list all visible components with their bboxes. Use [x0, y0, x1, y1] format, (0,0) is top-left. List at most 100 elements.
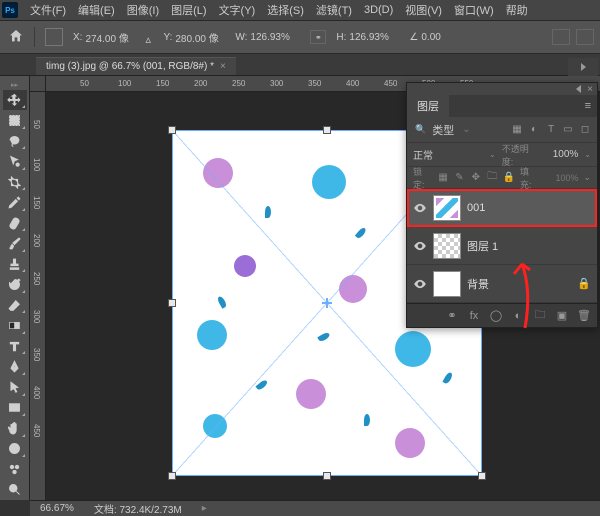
misc-tool[interactable] — [3, 459, 27, 480]
layer-thumbnail[interactable] — [433, 195, 461, 221]
new-layer-icon[interactable]: ▣ — [555, 309, 569, 323]
lock-all-icon[interactable]: 🔒 — [503, 172, 515, 184]
menu-type[interactable]: 文字(Y) — [213, 0, 262, 20]
visibility-icon[interactable] — [413, 277, 427, 291]
w-value[interactable]: 126.93% — [250, 32, 300, 43]
menu-filter[interactable]: 滤镜(T) — [310, 0, 358, 20]
menu-help[interactable]: 帮助 — [500, 0, 534, 20]
stamp-tool[interactable] — [3, 254, 27, 275]
x-value[interactable]: 274.00 像 — [85, 30, 135, 45]
path-select-tool[interactable] — [3, 377, 27, 398]
lock-icon[interactable]: 🔒 — [577, 277, 591, 290]
panel-menu-icon[interactable]: ≡ — [585, 100, 591, 112]
filter-type-label[interactable]: 类型 — [432, 122, 454, 138]
pen-tool[interactable] — [3, 356, 27, 377]
ruler-vertical[interactable]: 50 100 150 200 250 300 350 400 450 — [30, 92, 46, 500]
lock-pos-icon[interactable]: ✥ — [470, 172, 481, 184]
transform-handle[interactable] — [323, 472, 331, 480]
ellipse-tool[interactable] — [3, 439, 27, 460]
brush-tool[interactable] — [3, 233, 27, 254]
group-icon[interactable]: 🗀 — [533, 309, 547, 323]
document-tab[interactable]: timg (3).jpg @ 66.7% (001, RGB/8#) * × — [36, 57, 236, 75]
filter-shape-icon[interactable]: ▭ — [562, 124, 574, 136]
menu-bar: Ps 文件(F) 编辑(E) 图像(I) 图层(L) 文字(Y) 选择(S) 滤… — [0, 0, 600, 20]
link-icon[interactable]: ⚭ — [310, 30, 326, 44]
h-value[interactable]: 126.93% — [349, 32, 399, 43]
layer-thumbnail[interactable] — [433, 271, 461, 297]
history-brush-tool[interactable] — [3, 274, 27, 295]
lock-artboard-icon[interactable]: 🗀 — [487, 172, 498, 184]
menu-edit[interactable]: 编辑(E) — [72, 0, 121, 20]
lock-trans-icon[interactable]: ▦ — [437, 172, 448, 184]
chevron-down-icon[interactable]: ⌄ — [583, 172, 591, 183]
menu-view[interactable]: 视图(V) — [399, 0, 448, 20]
layer-row[interactable]: 背景 🔒 — [407, 265, 597, 303]
link-layers-icon[interactable]: ⚭ — [445, 309, 459, 323]
zoom-level[interactable]: 66.67% — [40, 503, 74, 514]
layer-name[interactable]: 图层 1 — [467, 238, 498, 254]
options-btn-2[interactable] — [576, 29, 594, 45]
layer-thumbnail[interactable] — [433, 233, 461, 259]
close-icon[interactable]: × — [220, 61, 226, 72]
trash-icon[interactable]: 🗑 — [577, 309, 591, 323]
eyedropper-tool[interactable] — [3, 192, 27, 213]
menu-image[interactable]: 图像(I) — [121, 0, 165, 20]
filter-search-icon[interactable]: 🔍 — [413, 124, 426, 135]
transform-handle[interactable] — [323, 126, 331, 134]
hand-tool[interactable] — [3, 418, 27, 439]
panel-dock-collapse-icon[interactable] — [568, 58, 598, 76]
menu-layer[interactable]: 图层(L) — [165, 0, 212, 20]
panel-collapse-icon[interactable] — [576, 85, 581, 93]
marquee-tool[interactable] — [3, 110, 27, 131]
crop-tool[interactable] — [3, 172, 27, 193]
transform-center-icon[interactable] — [322, 298, 332, 308]
rectangle-tool[interactable] — [3, 398, 27, 419]
layer-name[interactable]: 背景 — [467, 276, 489, 292]
healing-tool[interactable] — [3, 213, 27, 234]
layer-row[interactable]: 图层 1 — [407, 227, 597, 265]
layer-row[interactable]: 001 — [407, 189, 597, 227]
chevron-down-icon[interactable]: ⌄ — [489, 150, 496, 159]
menu-select[interactable]: 选择(S) — [261, 0, 310, 20]
quick-select-tool[interactable] — [3, 151, 27, 172]
opacity-value[interactable]: 100% — [544, 149, 578, 160]
gradient-tool[interactable] — [3, 315, 27, 336]
mask-icon[interactable]: ◯ — [489, 309, 503, 323]
fx-icon[interactable]: fx — [467, 309, 481, 323]
transform-handle[interactable] — [168, 472, 176, 480]
menu-file[interactable]: 文件(F) — [24, 0, 72, 20]
menu-3d[interactable]: 3D(D) — [358, 2, 399, 18]
menu-window[interactable]: 窗口(W) — [448, 0, 500, 20]
move-tool[interactable] — [3, 90, 27, 111]
blend-mode-select[interactable]: 正常 — [413, 147, 483, 162]
panel-close-icon[interactable]: × — [587, 84, 593, 95]
filter-smart-icon[interactable]: ◻ — [579, 124, 591, 136]
chevron-down-icon[interactable]: ⌄ — [584, 150, 591, 159]
layer-name[interactable]: 001 — [467, 202, 485, 214]
swap-xy-icon[interactable]: ▵ — [145, 33, 153, 41]
visibility-icon[interactable] — [413, 201, 427, 215]
adjustment-icon[interactable]: ◐ — [511, 309, 525, 323]
status-menu-icon[interactable]: ▸ — [202, 503, 207, 514]
visibility-icon[interactable] — [413, 239, 427, 253]
reference-point-grid[interactable] — [45, 28, 63, 46]
type-tool[interactable] — [3, 336, 27, 357]
filter-type-icon[interactable]: T — [545, 124, 557, 136]
toolbar-expand-icon[interactable]: ▸▸ — [0, 80, 29, 90]
panel-tab-layers[interactable]: 图层 — [407, 95, 449, 117]
home-icon[interactable] — [8, 28, 24, 47]
eraser-tool[interactable] — [3, 295, 27, 316]
transform-handle[interactable] — [478, 472, 486, 480]
lasso-tool[interactable] — [3, 131, 27, 152]
filter-pixel-icon[interactable]: ▦ — [511, 124, 523, 136]
options-btn-1[interactable] — [552, 29, 570, 45]
y-value[interactable]: 280.00 像 — [175, 30, 225, 45]
fill-value[interactable]: 100% — [544, 173, 578, 183]
x-label: X: — [73, 32, 82, 43]
filter-adjust-icon[interactable]: ◐ — [528, 124, 540, 136]
transform-handle[interactable] — [168, 126, 176, 134]
zoom-tool[interactable] — [3, 480, 27, 501]
lock-brush-icon[interactable]: ✎ — [454, 172, 465, 184]
transform-handle[interactable] — [168, 299, 176, 307]
angle-value[interactable]: 0.00 — [421, 32, 471, 43]
